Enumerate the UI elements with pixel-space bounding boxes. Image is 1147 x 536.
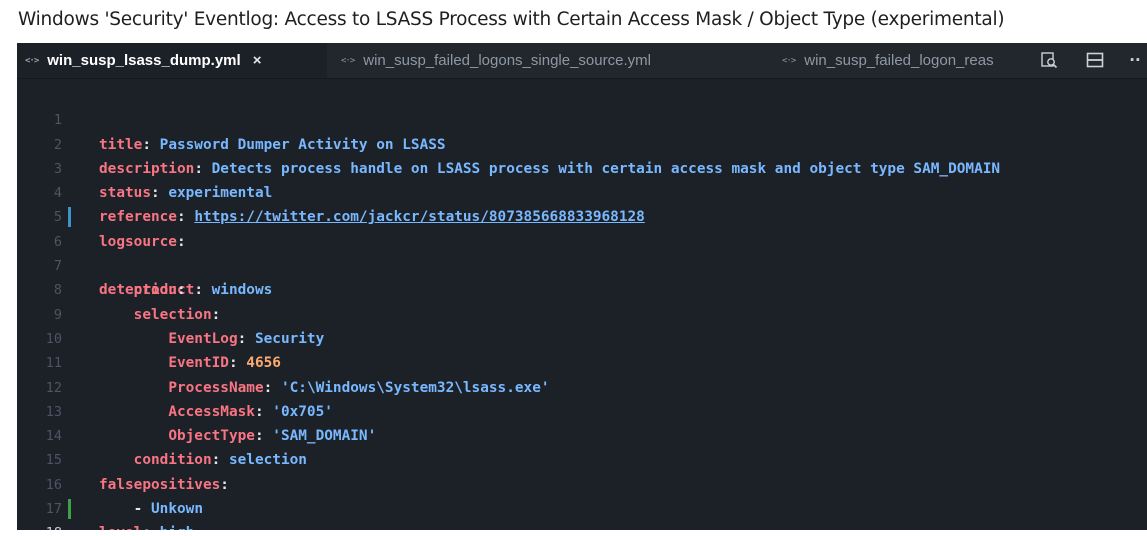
code-editor: <·> win_susp_lsass_dump.yml × <·> win_su… <box>17 43 1147 530</box>
code-line: 4 reference: https://twitter.com/jackcr/… <box>17 157 1147 225</box>
code-line: 9 EventLog: Security <box>17 278 1147 347</box>
code-line: 5 logsource: <box>17 181 1147 249</box>
close-icon[interactable]: × <box>253 52 262 69</box>
more-actions-icon[interactable]: ·· <box>1123 49 1147 71</box>
yaml-file-icon: <·> <box>25 55 39 66</box>
code-lines: 1 title: Password Dumper Activity on LSA… <box>17 84 1147 530</box>
tab-bar: <·> win_susp_lsass_dump.yml × <·> win_su… <box>17 43 1147 79</box>
code-line: 18 <box>17 497 1147 530</box>
code-line: 7 detection: <box>17 230 1147 298</box>
split-editor-icon[interactable] <box>1083 49 1107 71</box>
code-line: 14 condition: selection <box>17 400 1147 468</box>
yaml-file-icon: <·> <box>782 55 796 66</box>
line-number: 18 <box>17 521 62 530</box>
tab-label: win_susp_failed_logon_reas <box>804 52 994 69</box>
yaml-file-icon: <·> <box>341 55 355 66</box>
code-line: 15 falsepositives: <box>17 424 1147 492</box>
added-line-marker <box>68 499 71 520</box>
yaml-key: level <box>99 525 142 530</box>
code-line: 8 selection: <box>17 254 1147 322</box>
code-line: 11 ProcessName: 'C:\Windows\System32\lsa… <box>17 327 1147 395</box>
open-preview-icon[interactable] <box>1037 49 1061 71</box>
code-line: 17 level: high <box>17 473 1147 530</box>
code-line: 12 AccessMask: '0x705' <box>17 351 1147 420</box>
code-line: 6 product: windows <box>17 205 1147 298</box>
tab-label: win_susp_failed_logons_single_source.yml <box>363 52 651 69</box>
yaml-value: high <box>160 525 195 530</box>
code-line: 13 ObjectType: 'SAM_DOMAIN' <box>17 376 1147 444</box>
tab-win-susp-failed-logon-reas[interactable]: <·> win_susp_failed_logon_reas <box>767 43 1029 78</box>
tab-label: win_susp_lsass_dump.yml <box>47 52 241 69</box>
code-line: 3 status: experimental <box>17 133 1147 201</box>
code-line: 2 description: Detects process handle on… <box>17 108 1147 177</box>
modified-line-marker <box>68 207 71 228</box>
tab-win-susp-failed-logons-single-source[interactable]: <·> win_susp_failed_logons_single_source… <box>327 43 767 78</box>
page-caption: Windows 'Security' Eventlog: Access to L… <box>18 9 1005 30</box>
code-line: 1 title: Password Dumper Activity on LSA… <box>17 84 1147 152</box>
code-line: 10 EventID: 4656 <box>17 303 1147 371</box>
code-line: 16 - Unkown <box>17 448 1147 517</box>
tab-win-susp-lsass-dump[interactable]: <·> win_susp_lsass_dump.yml × <box>17 43 327 78</box>
